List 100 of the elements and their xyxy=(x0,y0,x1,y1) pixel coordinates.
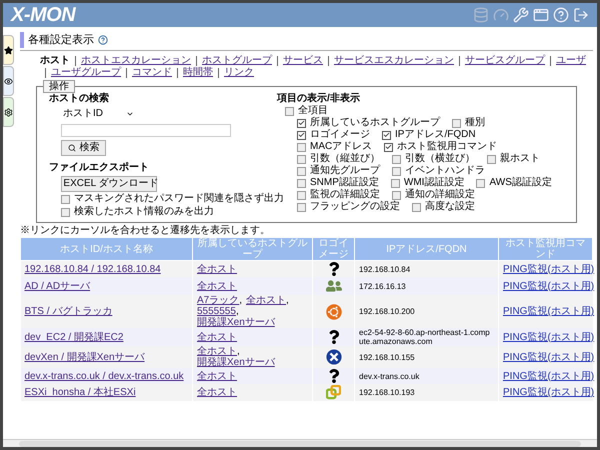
checkbox-label: SNMP認証設定 xyxy=(310,177,379,188)
checkbox-label: 検索したホスト情報のみを出力 xyxy=(74,206,214,218)
database-icon[interactable] xyxy=(473,7,489,23)
checkbox[interactable] xyxy=(392,166,401,176)
checkbox-label: 引数（縦並び） xyxy=(310,153,380,164)
checkbox-label: AWS認証設定 xyxy=(489,177,552,189)
checkbox-label: IPアドレス/FQDN xyxy=(395,129,476,140)
group-link[interactable]: 5555555 xyxy=(197,306,236,317)
nav-link[interactable]: リンク xyxy=(224,67,254,79)
help-icon[interactable] xyxy=(98,35,108,45)
command-link[interactable]: PING監視(ホスト用) xyxy=(503,264,594,274)
checkbox-label: ホスト監視用コマンド xyxy=(397,141,498,152)
checkbox[interactable] xyxy=(476,178,486,188)
checkbox[interactable] xyxy=(384,142,394,152)
group-link[interactable]: 全ホスト xyxy=(246,295,286,306)
checkbox[interactable] xyxy=(285,106,294,116)
command-link[interactable]: PING監視(ホスト用) xyxy=(503,370,594,382)
command-link[interactable]: PING監視(ホスト用) xyxy=(503,332,594,342)
star-icon[interactable] xyxy=(4,46,13,54)
checkbox[interactable] xyxy=(297,202,306,212)
address-text: ec2-54-92-8-60.ap-northeast-1.compute.amazonaws.com xyxy=(359,328,490,346)
nav-link[interactable]: ホストグループ xyxy=(202,55,272,67)
host-link[interactable]: 192.168.10.84 / 192.168.10.84 xyxy=(24,264,161,274)
checkbox[interactable] xyxy=(297,190,306,200)
nav-link[interactable]: サービスエスカレーション xyxy=(334,55,454,67)
command-link[interactable]: PING監視(ホスト用) xyxy=(503,352,594,362)
checkbox[interactable] xyxy=(61,208,70,216)
side-tab[interactable] xyxy=(3,66,14,96)
command-link[interactable]: PING監視(ホスト用) xyxy=(503,280,594,292)
checkbox-label: WMI認証設定 xyxy=(404,177,464,188)
group-link[interactable]: 全ホスト xyxy=(197,346,237,357)
command-link[interactable]: PING監視(ホスト用) xyxy=(503,306,594,317)
checkbox[interactable] xyxy=(297,178,306,188)
nav-link[interactable]: ホスト xyxy=(40,55,70,67)
host-link[interactable]: dev.x-trans.co.uk / dev.x-trans.co.uk xyxy=(24,370,184,382)
checkbox-label: 引数（横並び） xyxy=(405,153,475,165)
gear-icon[interactable] xyxy=(4,108,13,116)
question-mark-icon xyxy=(326,369,340,383)
separator: , xyxy=(286,295,289,306)
page-title: 各種設定表示 xyxy=(28,34,94,46)
host-link[interactable]: BTS / バグトラッカ xyxy=(24,306,112,317)
checkbox[interactable] xyxy=(382,130,391,140)
host-link[interactable]: devXen / 開発課Xenサーバ xyxy=(24,352,145,362)
separator: , xyxy=(237,346,240,357)
group-link[interactable]: 開発課Xenサーバ xyxy=(197,317,275,328)
group-link[interactable]: 全ホスト xyxy=(197,264,237,274)
side-tab[interactable] xyxy=(3,97,14,127)
checkbox[interactable] xyxy=(297,118,306,128)
host-link[interactable]: ESXi_honsha / 本社ESXi xyxy=(24,387,136,398)
users-icon xyxy=(326,278,342,294)
checkbox[interactable] xyxy=(297,142,306,152)
checkbox[interactable] xyxy=(297,166,306,176)
host-link[interactable]: AD / ADサーバ xyxy=(24,280,90,292)
checkbox-label: イベントハンドラ xyxy=(405,165,485,176)
group-link[interactable]: 全ホスト xyxy=(197,332,237,342)
group-link[interactable]: A7ラック xyxy=(197,295,240,306)
checkbox-label: 通知の詳細設定 xyxy=(405,189,475,200)
nav-link[interactable]: ホストエスカレーション xyxy=(81,55,191,67)
horizontal-scrollbar[interactable] xyxy=(3,439,597,447)
section-title: 項目の表示/非表示 xyxy=(277,93,361,105)
host-link[interactable]: dev_EC2 / 開発課EC2 xyxy=(24,332,124,342)
search-field[interactable] xyxy=(61,124,231,137)
side-tab[interactable] xyxy=(3,35,14,65)
checkbox-label: 高度な設定 xyxy=(425,201,475,213)
window-icon[interactable] xyxy=(533,7,549,23)
group-link[interactable]: 開発課Xenサーバ xyxy=(197,357,275,368)
nav-link[interactable]: サービス xyxy=(283,55,323,67)
settings-icon[interactable] xyxy=(513,7,529,23)
nav-link[interactable]: ユーザ xyxy=(556,55,586,67)
checkbox[interactable] xyxy=(487,154,496,164)
section-title: ファイルエクスポート xyxy=(49,162,150,174)
search-icon xyxy=(68,144,76,152)
checkbox[interactable] xyxy=(392,154,401,164)
group-link[interactable]: 全ホスト xyxy=(197,370,237,382)
excel-download-button[interactable]: EXCEL ダウンロード xyxy=(61,176,157,192)
command-link[interactable]: PING監視(ホスト用) xyxy=(503,387,594,398)
squares-icon xyxy=(326,385,341,400)
checkbox[interactable] xyxy=(61,194,70,204)
eye-icon[interactable] xyxy=(4,76,13,86)
gauge-icon[interactable] xyxy=(493,7,509,23)
nav-link[interactable]: ユーザグループ xyxy=(51,67,121,79)
question-mark-icon xyxy=(326,330,340,344)
nav-link[interactable]: サービスグループ xyxy=(465,55,545,67)
checkbox[interactable] xyxy=(392,190,401,200)
checkbox[interactable] xyxy=(297,154,306,164)
nav-link[interactable]: コマンド xyxy=(132,67,172,79)
checkbox-label: 種別 xyxy=(465,117,485,129)
ubuntu-icon xyxy=(326,304,342,320)
checkbox-label: 監視の詳細設定 xyxy=(310,189,380,201)
search-button[interactable]: 検索 xyxy=(61,140,106,156)
logout-icon[interactable] xyxy=(573,7,589,23)
checkbox[interactable] xyxy=(390,178,400,188)
section-title: ホストの検索 xyxy=(49,93,110,105)
nav-link[interactable]: 時間帯 xyxy=(183,67,213,79)
checkbox[interactable] xyxy=(297,130,306,140)
x-circle-icon xyxy=(326,349,342,365)
checkbox[interactable] xyxy=(412,202,421,212)
checkbox[interactable] xyxy=(452,118,461,128)
group-link[interactable]: 全ホスト xyxy=(197,280,237,292)
group-link[interactable]: 全ホスト xyxy=(197,387,237,398)
